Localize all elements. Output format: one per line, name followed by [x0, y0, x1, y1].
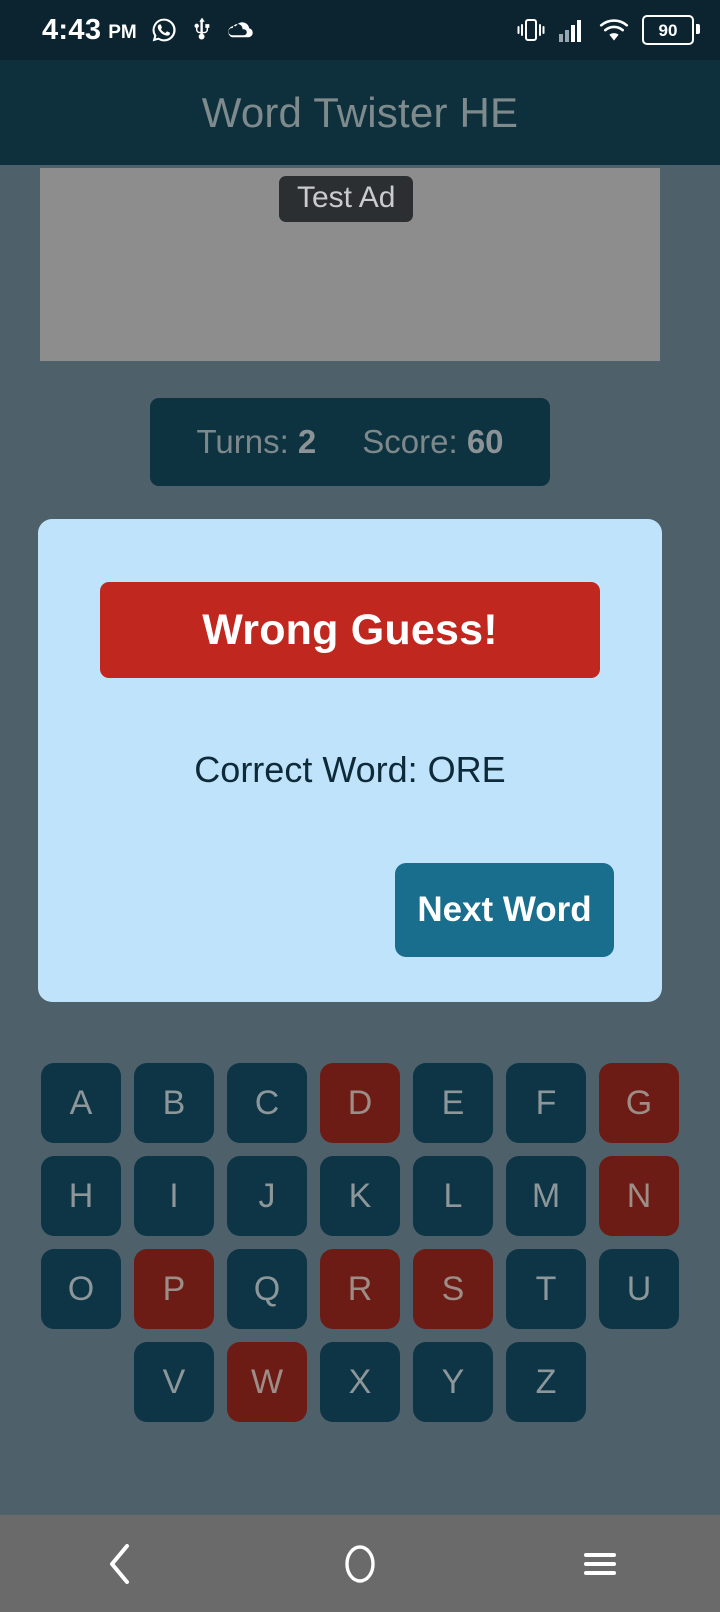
test-ad-badge: Test Ad	[279, 176, 414, 222]
nav-back-button[interactable]	[0, 1515, 240, 1612]
correct-word-label: Correct Word: ORE	[194, 749, 506, 790]
letter-key-b[interactable]: B	[134, 1063, 214, 1143]
letter-key-label: D	[347, 1083, 373, 1122]
letter-key-o[interactable]: O	[41, 1249, 121, 1329]
status-bar: 4:43 PM 90	[0, 0, 720, 60]
wifi-icon	[599, 19, 629, 41]
letter-key-a[interactable]: A	[41, 1063, 121, 1143]
ad-banner[interactable]: Test Ad Google Maps Cloud 9 Smoke Co.	[40, 168, 660, 361]
turns-value: 2	[297, 423, 317, 460]
letter-key-c[interactable]: C	[227, 1063, 307, 1143]
letter-key-z[interactable]: Z	[506, 1342, 586, 1422]
letter-key-e[interactable]: E	[413, 1063, 493, 1143]
letter-key-m[interactable]: M	[506, 1156, 586, 1236]
next-word-button-label: Next Word	[417, 890, 592, 929]
score-value: 60	[466, 423, 504, 460]
letter-key-v[interactable]: V	[134, 1342, 214, 1422]
score-panel: Turns: 2 Score: 60	[150, 398, 550, 486]
letter-key-x[interactable]: X	[320, 1342, 400, 1422]
menu-lines-icon	[584, 1552, 616, 1575]
page-title: Word Twister HE	[201, 88, 519, 136]
android-navigation-bar	[0, 1515, 720, 1612]
letter-key-label: C	[254, 1083, 280, 1122]
letter-key-q[interactable]: Q	[227, 1249, 307, 1329]
whatsapp-icon	[152, 18, 176, 42]
letter-key-y[interactable]: Y	[413, 1342, 493, 1422]
letter-key-d: D	[320, 1063, 400, 1143]
letter-key-label: K	[348, 1176, 372, 1215]
back-chevron-icon	[110, 1543, 129, 1584]
letter-key-f[interactable]: F	[506, 1063, 586, 1143]
letter-keyboard: A B C D E F G H I J K L M N O P Q R S T U V W X Y Z	[0, 1063, 720, 1435]
nav-home-button[interactable]	[240, 1515, 480, 1612]
letter-key-label: G	[625, 1083, 653, 1122]
letter-key-r: R	[320, 1249, 400, 1329]
letter-key-label: Z	[535, 1362, 557, 1401]
letter-key-label: Q	[253, 1269, 281, 1308]
keyboard-row: V W X Y Z	[0, 1342, 720, 1422]
letter-key-label: I	[169, 1176, 179, 1215]
cellular-signal-icon	[559, 20, 581, 42]
letter-key-u[interactable]: U	[599, 1249, 679, 1329]
vibrate-icon	[517, 19, 545, 41]
letter-key-label: B	[162, 1083, 186, 1122]
letter-key-w: W	[227, 1342, 307, 1422]
letter-key-label: F	[535, 1083, 557, 1122]
status-bar-left-group: 4:43 PM	[42, 0, 256, 60]
letter-key-label: U	[626, 1269, 652, 1308]
status-bar-right-group: 90	[516, 0, 700, 60]
status-bar-am-pm: PM	[108, 22, 137, 43]
score-indicator: Score: 60	[362, 423, 503, 461]
letter-key-label: W	[250, 1362, 284, 1401]
letter-key-label: A	[69, 1083, 93, 1122]
letter-key-label: T	[535, 1269, 557, 1308]
letter-key-label: L	[443, 1176, 463, 1215]
app-bar: Word Twister HE	[0, 60, 720, 165]
letter-key-label: E	[441, 1083, 465, 1122]
status-bar-clock: 4:43	[42, 13, 102, 46]
letter-key-label: P	[162, 1269, 186, 1308]
letter-key-l[interactable]: L	[413, 1156, 493, 1236]
letter-key-label: O	[67, 1269, 95, 1308]
nav-recents-button[interactable]	[480, 1515, 720, 1612]
letter-key-label: X	[348, 1362, 372, 1401]
keyboard-row: H I J K L M N	[0, 1156, 720, 1236]
letter-key-p: P	[134, 1249, 214, 1329]
keyboard-row: O P Q R S T U	[0, 1249, 720, 1329]
phone-screen: 4:43 PM 90 Word Twister HE Test Ad Turns…	[0, 0, 720, 1612]
letter-key-label: M	[531, 1176, 561, 1215]
letter-key-label: S	[441, 1269, 465, 1308]
keyboard-row: A B C D E F G	[0, 1063, 720, 1143]
result-banner: Wrong Guess!	[100, 582, 600, 678]
letter-key-i[interactable]: I	[134, 1156, 214, 1236]
letter-key-g: G	[599, 1063, 679, 1143]
result-banner-label: Wrong Guess!	[202, 605, 498, 654]
letter-key-label: Y	[441, 1362, 465, 1401]
letter-key-k[interactable]: K	[320, 1156, 400, 1236]
result-dialog: Wrong Guess! Correct Word: ORE Next Word	[38, 519, 662, 1002]
letter-key-label: H	[68, 1176, 94, 1215]
letter-key-label: N	[626, 1176, 652, 1215]
home-circle-icon	[345, 1544, 375, 1583]
battery-indicator: 90	[642, 15, 700, 45]
usb-icon	[194, 17, 210, 40]
letter-key-label: V	[162, 1362, 186, 1401]
battery-level-label: 90	[658, 20, 678, 40]
turns-indicator: Turns: 2	[196, 423, 316, 461]
letter-key-label: R	[347, 1269, 373, 1308]
score-label: Score:	[362, 423, 458, 460]
letter-key-j[interactable]: J	[227, 1156, 307, 1236]
letter-key-n: N	[599, 1156, 679, 1236]
letter-key-t[interactable]: T	[506, 1249, 586, 1329]
turns-label: Turns:	[196, 423, 289, 460]
letter-key-s: S	[413, 1249, 493, 1329]
letter-key-h[interactable]: H	[41, 1156, 121, 1236]
next-word-button[interactable]: Next Word	[395, 863, 614, 957]
letter-key-label: J	[258, 1176, 276, 1215]
cloud-icon	[227, 22, 253, 38]
